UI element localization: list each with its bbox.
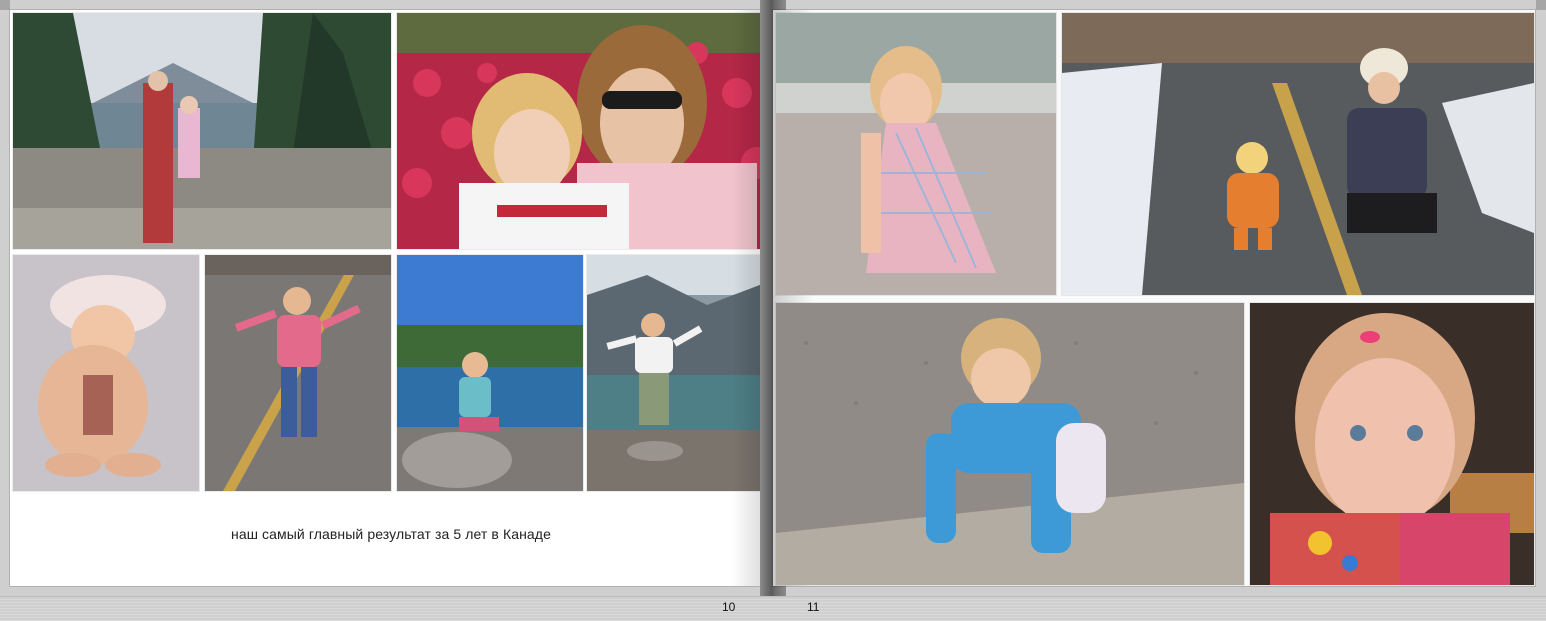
- left-page[interactable]: наш самый главный результат за 5 лет в К…: [10, 10, 772, 586]
- photo-girl-sunhat-crouching[interactable]: [12, 254, 200, 492]
- corner-marker: [1536, 0, 1546, 10]
- photo-girl-portrait-red-bib[interactable]: [1249, 302, 1535, 586]
- corner-marker: [0, 0, 10, 10]
- page-number-right: 11: [807, 600, 820, 614]
- photo-mother-toddler-snow-path[interactable]: [1061, 12, 1535, 296]
- book-base-bar: [0, 596, 1546, 621]
- photo-mother-daughter-flowers[interactable]: [396, 12, 772, 250]
- photo-family-lookout[interactable]: [12, 12, 392, 250]
- photo-girl-on-rock-lake[interactable]: [396, 254, 584, 492]
- page-caption: наш самый главный результат за 5 лет в К…: [231, 526, 551, 542]
- photo-girl-sand-plaid-dress[interactable]: [775, 12, 1057, 296]
- right-page[interactable]: [773, 10, 1535, 586]
- page-number-left: 10: [722, 600, 736, 614]
- photo-book-spread: наш самый главный результат за 5 лет в К…: [0, 0, 1546, 596]
- photo-toddler-crawling-gravel[interactable]: [775, 302, 1245, 586]
- photo-girl-running-road[interactable]: [204, 254, 392, 492]
